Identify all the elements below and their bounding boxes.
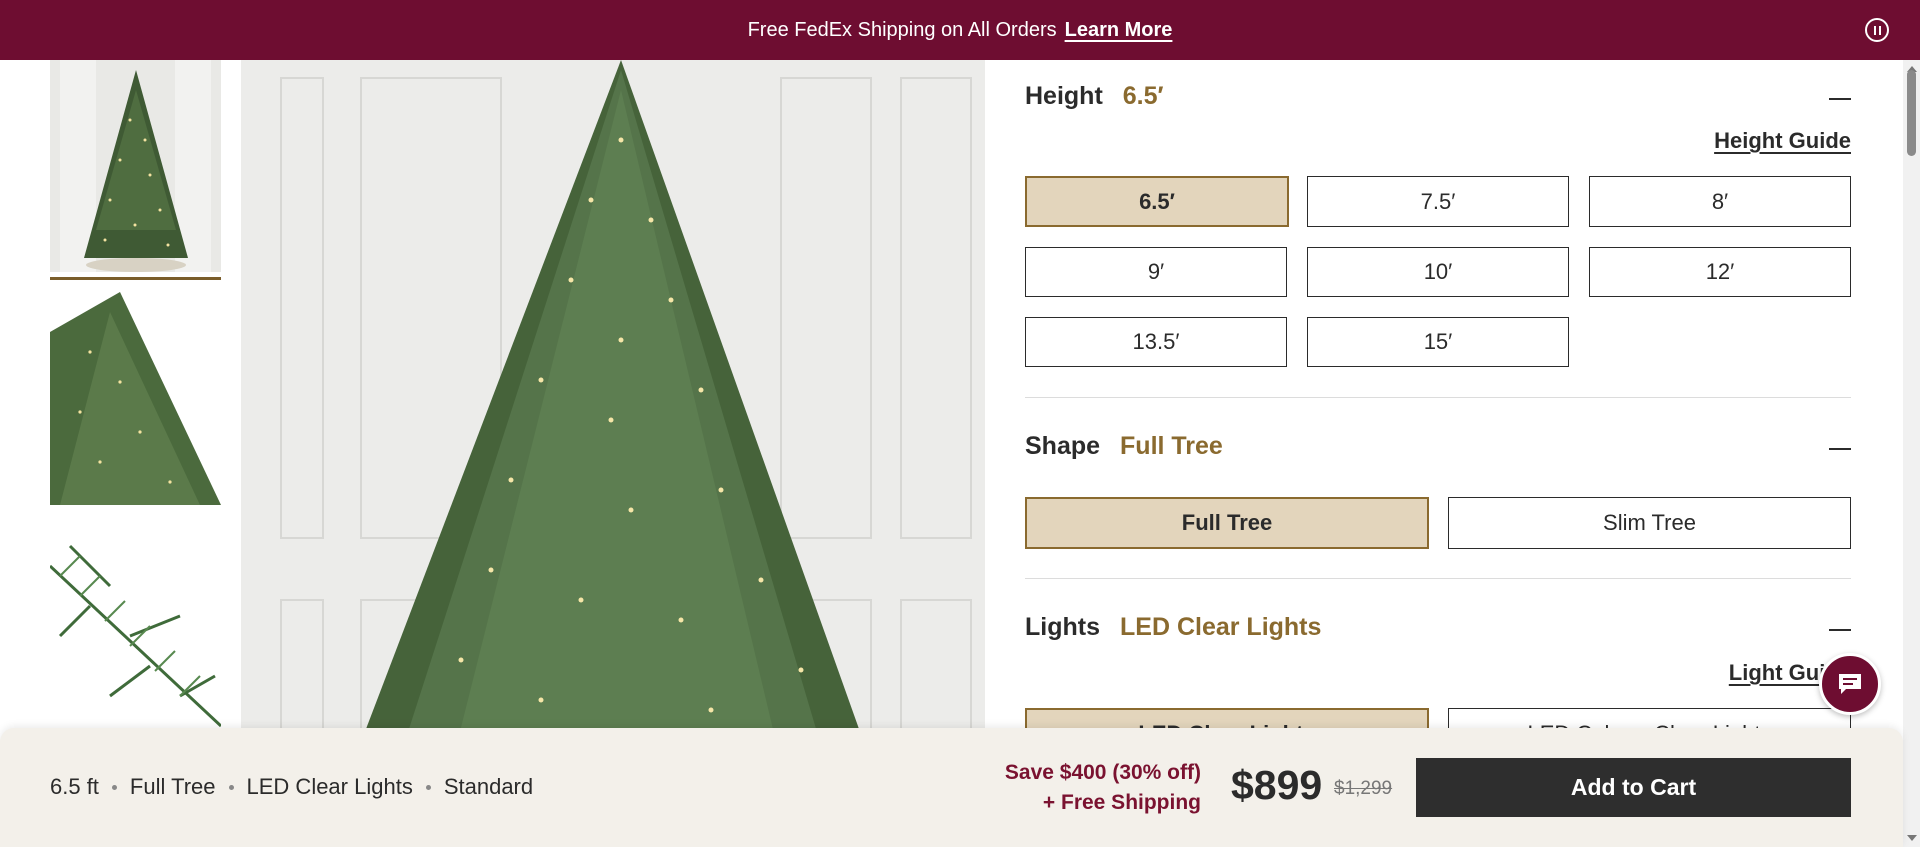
- thumbnail-active-indicator: [50, 277, 221, 280]
- height-option-15[interactable]: 15′: [1307, 317, 1569, 367]
- free-shipping-note: + Free Shipping: [1042, 791, 1201, 814]
- summary-option: Standard: [443, 774, 534, 799]
- pause-icon[interactable]: [1865, 18, 1889, 42]
- add-to-cart-button[interactable]: Add to Cart: [1416, 758, 1851, 817]
- shape-selected-value: Full Tree: [1120, 432, 1223, 460]
- shape-label: Shape: [1025, 432, 1101, 460]
- sticky-cart-bar: 6.5 ft Full Tree LED Clear Lights Standa…: [0, 728, 1903, 847]
- chat-button[interactable]: [1819, 653, 1881, 715]
- shape-header[interactable]: Shape Full Tree: [1025, 432, 1851, 461]
- selection-summary: 6.5 ft Full Tree LED Clear Lights Standa…: [50, 774, 533, 800]
- height-option-9[interactable]: 9′: [1025, 247, 1287, 297]
- promo-banner: Free FedEx Shipping on All Orders Learn …: [0, 0, 1920, 60]
- learn-more-link[interactable]: Learn More: [1065, 19, 1173, 42]
- savings-message: Save $400 (30% off) + Free Shipping: [955, 758, 1201, 818]
- height-header[interactable]: Height 6.5′: [1025, 82, 1851, 111]
- thumbnail-needle-closeup[interactable]: [50, 526, 221, 728]
- summary-shape: Full Tree: [129, 774, 216, 799]
- divider: [1025, 397, 1851, 398]
- scroll-down-icon[interactable]: [1907, 835, 1917, 841]
- shape-option-full-tree[interactable]: Full Tree: [1025, 497, 1429, 549]
- shape-option-slim-tree[interactable]: Slim Tree: [1448, 497, 1851, 549]
- summary-lights: LED Clear Lights: [246, 774, 413, 799]
- height-option-13-5[interactable]: 13.5′: [1025, 317, 1287, 367]
- separator-dot: [425, 784, 431, 790]
- collapse-icon[interactable]: [1829, 448, 1851, 450]
- collapse-icon[interactable]: [1829, 98, 1851, 100]
- original-price: $1,299: [1334, 778, 1393, 799]
- lights-header[interactable]: Lights LED Clear Lights: [1025, 613, 1851, 642]
- collapse-icon[interactable]: [1829, 629, 1851, 631]
- sale-price: $899: [1231, 762, 1323, 808]
- scroll-thumb[interactable]: [1907, 70, 1916, 156]
- height-guide-link[interactable]: Height Guide: [1714, 128, 1851, 154]
- lights-selected-value: LED Clear Lights: [1120, 613, 1322, 641]
- chat-icon: [1839, 674, 1861, 694]
- page-scrollbar[interactable]: [1903, 60, 1920, 847]
- height-label: Height: [1025, 82, 1103, 110]
- thumbnail-branch-detail[interactable]: [50, 292, 221, 505]
- height-option-12[interactable]: 12′: [1589, 247, 1851, 297]
- height-option-6-5[interactable]: 6.5′: [1025, 176, 1289, 227]
- height-selected-value: 6.5′: [1122, 82, 1164, 110]
- height-option-10[interactable]: 10′: [1307, 247, 1569, 297]
- promo-text: Free FedEx Shipping on All Orders: [747, 18, 1057, 41]
- separator-dot: [228, 784, 234, 790]
- divider: [1025, 578, 1851, 579]
- height-option-7-5[interactable]: 7.5′: [1307, 176, 1569, 227]
- summary-height: 6.5 ft: [50, 774, 99, 799]
- lights-label: Lights: [1025, 613, 1100, 641]
- thumbnail-full-tree[interactable]: [50, 60, 221, 272]
- savings-amount: Save $400 (30% off): [1004, 761, 1201, 784]
- separator-dot: [111, 784, 117, 790]
- height-option-8[interactable]: 8′: [1589, 176, 1851, 227]
